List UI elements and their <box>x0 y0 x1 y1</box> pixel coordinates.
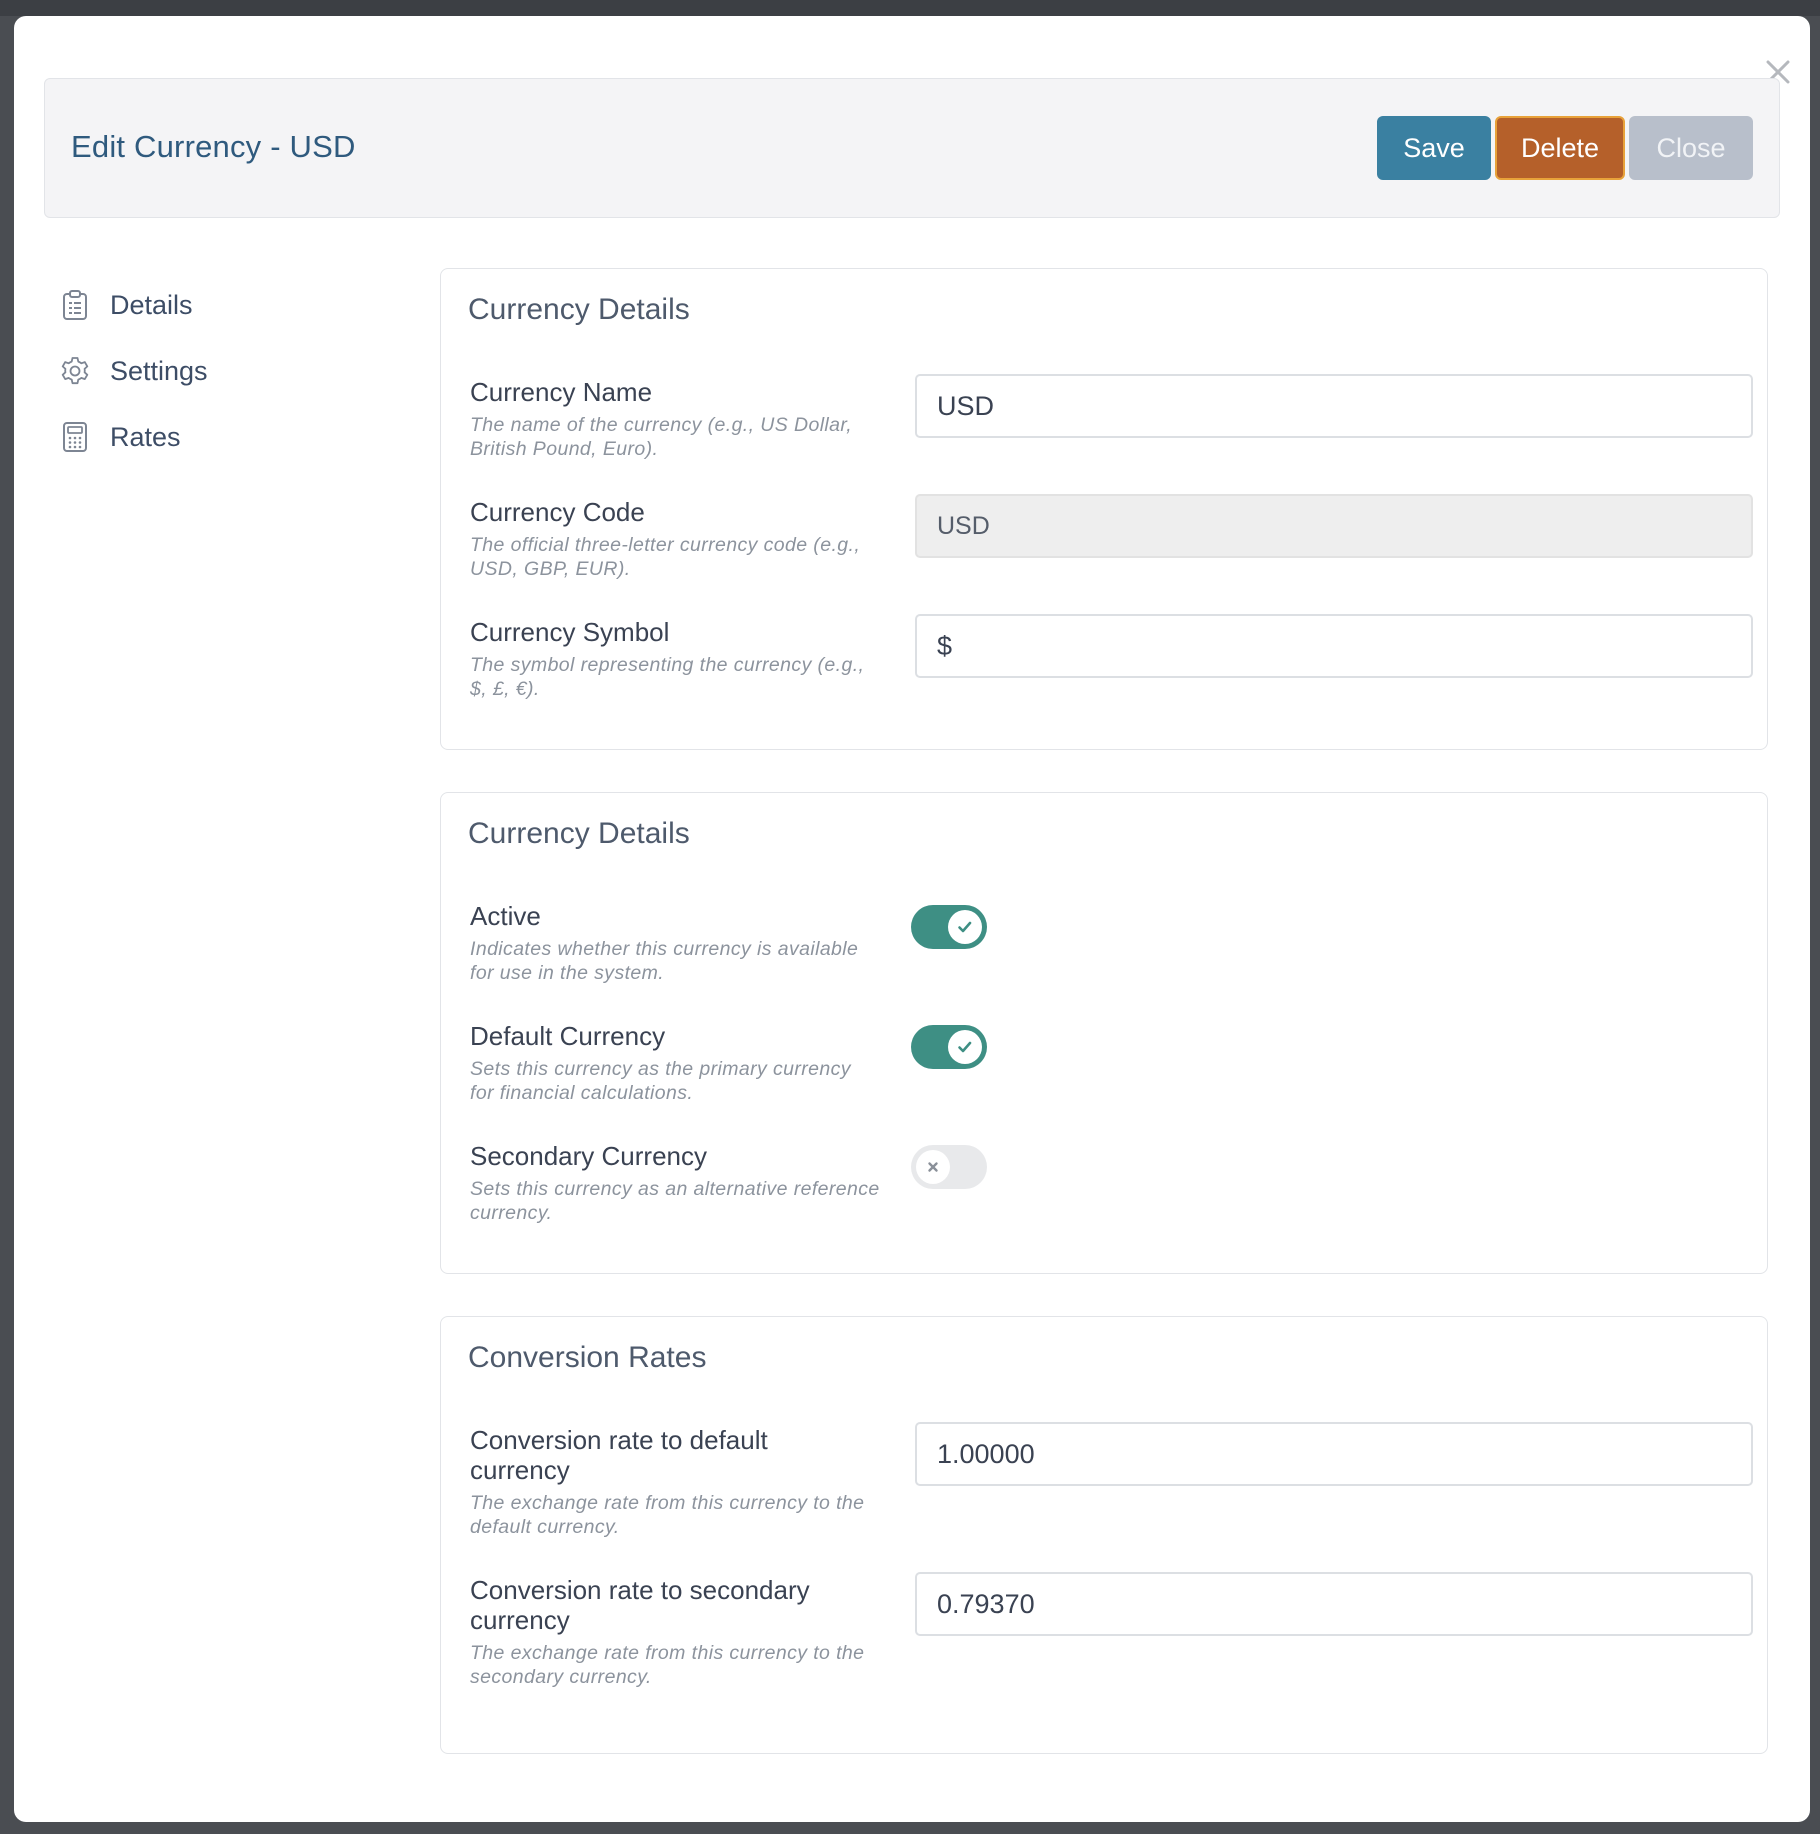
save-button[interactable]: Save <box>1377 116 1491 180</box>
check-icon <box>948 910 982 944</box>
x-icon <box>916 1150 950 1184</box>
secondary-currency-toggle[interactable] <box>911 1145 987 1189</box>
currency-code-input: USD <box>915 494 1753 558</box>
card-title: Currency Details <box>468 293 690 326</box>
currency-code-help: The official three-letter currency code … <box>470 534 861 580</box>
rate-default-label: Conversion rate to default currency <box>470 1425 768 1485</box>
sidebar-item-label: Settings <box>110 355 208 386</box>
rate-default-help: The exchange rate from this currency to … <box>470 1492 865 1538</box>
conversion-rates-card: Conversion Rates Conversion rate to defa… <box>440 1316 1768 1754</box>
card-title: Currency Details <box>468 817 690 850</box>
default-currency-label: Default Currency <box>470 1021 666 1051</box>
active-label: Active <box>470 901 541 931</box>
check-icon <box>948 1030 982 1064</box>
calculator-icon <box>58 420 92 454</box>
rate-secondary-label: Conversion rate to secondary currency <box>470 1575 810 1635</box>
sidebar-item-label: Details <box>110 289 193 320</box>
sidebar-item-rates[interactable]: Rates <box>58 412 358 462</box>
currency-symbol-input[interactable]: $ <box>915 614 1753 678</box>
currency-name-input[interactable]: USD <box>915 374 1753 438</box>
sidebar-item-label: Rates <box>110 421 181 452</box>
active-toggle[interactable] <box>911 905 987 949</box>
rate-default-input[interactable]: 1.00000 <box>915 1422 1753 1486</box>
backdrop <box>0 0 1820 16</box>
delete-button[interactable]: Delete <box>1495 116 1625 180</box>
currency-code-label: Currency Code <box>470 497 645 527</box>
active-help: Indicates whether this currency is avail… <box>470 938 859 984</box>
rate-secondary-help: The exchange rate from this currency to … <box>470 1642 865 1688</box>
default-currency-help: Sets this currency as the primary curren… <box>470 1058 851 1104</box>
currency-symbol-help: The symbol representing the currency (e.… <box>470 654 865 700</box>
modal-header: Edit Currency - USD Save Delete Close <box>44 78 1780 218</box>
sidebar-item-settings[interactable]: Settings <box>58 346 358 396</box>
card-title: Conversion Rates <box>468 1341 707 1374</box>
default-currency-toggle[interactable] <box>911 1025 987 1069</box>
secondary-currency-label: Secondary Currency <box>470 1141 707 1171</box>
edit-currency-modal: Edit Currency - USD Save Delete Close De… <box>14 16 1810 1822</box>
close-button[interactable]: Close <box>1629 116 1753 180</box>
currency-name-help: The name of the currency (e.g., US Dolla… <box>470 414 853 460</box>
gear-icon <box>58 354 92 388</box>
currency-details-card: Currency Details Currency Name The name … <box>440 268 1768 750</box>
clipboard-icon <box>58 288 92 322</box>
currency-symbol-label: Currency Symbol <box>470 617 670 647</box>
rate-secondary-input[interactable]: 0.79370 <box>915 1572 1753 1636</box>
secondary-currency-help: Sets this currency as an alternative ref… <box>470 1178 880 1224</box>
currency-settings-card: Currency Details Active Indicates whethe… <box>440 792 1768 1274</box>
currency-name-label: Currency Name <box>470 377 653 407</box>
page-title: Edit Currency - USD <box>71 129 356 164</box>
sidebar-item-details[interactable]: Details <box>58 280 358 330</box>
